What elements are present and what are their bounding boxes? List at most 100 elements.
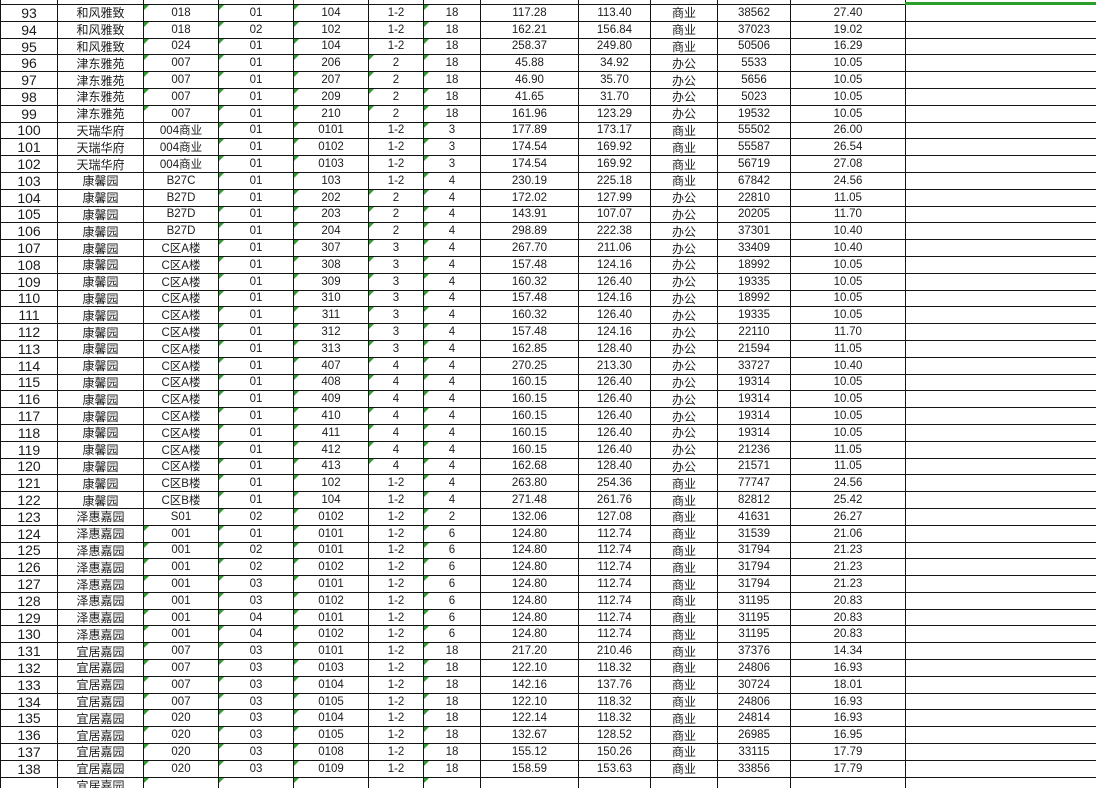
cell-unit_price[interactable]: 27.08 [791,156,906,173]
cell-name[interactable]: 康馨园 [58,442,144,459]
cell-floor[interactable]: 4 [369,358,424,375]
cell-name[interactable]: 天瑞华府 [58,139,144,156]
cell-unit[interactable]: 03 [219,744,294,761]
cell-floor[interactable]: 2 [369,190,424,207]
cell-name[interactable]: 宜居嘉园 [58,778,144,788]
cell-room[interactable]: 0103 [294,156,369,173]
cell-name[interactable]: 康馨园 [58,459,144,476]
cell-seq[interactable]: 93 [1,5,58,22]
cell-floor[interactable]: 1-2 [369,559,424,576]
cell-use[interactable]: 商业 [651,543,718,560]
cell-area_inner[interactable]: 34.92 [579,55,651,72]
cell-floor[interactable] [369,778,424,788]
cell-unit_price[interactable]: 20.83 [791,626,906,643]
cell-blank[interactable] [906,139,1096,156]
cell-room[interactable]: 104 [294,39,369,56]
cell-name[interactable]: 康馨园 [58,207,144,224]
cell-name[interactable]: 康馨园 [58,375,144,392]
cell-unit[interactable]: 02 [219,22,294,39]
cell-code[interactable]: 020 [144,744,219,761]
cell-blank[interactable] [906,442,1096,459]
cell-amount[interactable]: 55587 [718,139,791,156]
cell-use[interactable]: 办公 [651,223,718,240]
cell-name[interactable]: 康馨园 [58,425,144,442]
cell-use[interactable]: 商业 [651,526,718,543]
cell-use[interactable]: 商业 [651,694,718,711]
cell-area_total[interactable]: 160.15 [481,391,579,408]
cell-blank[interactable] [906,475,1096,492]
cell-blank[interactable] [906,223,1096,240]
cell-seq[interactable]: 109 [1,274,58,291]
cell-unit[interactable]: 01 [219,375,294,392]
cell-floors[interactable]: 4 [424,425,481,442]
cell-area_inner[interactable]: 137.76 [579,677,651,694]
cell-use[interactable]: 商业 [651,123,718,140]
cell-unit_price[interactable]: 21.06 [791,526,906,543]
cell-name[interactable]: 和风雅致 [58,39,144,56]
cell-unit_price[interactable]: 11.05 [791,190,906,207]
cell-code[interactable]: 018 [144,22,219,39]
cell-area_inner[interactable]: 225.18 [579,173,651,190]
cell-amount[interactable]: 18992 [718,257,791,274]
cell-unit_price[interactable]: 16.95 [791,727,906,744]
cell-floors[interactable]: 4 [424,190,481,207]
cell-blank[interactable] [906,778,1096,788]
cell-name[interactable]: 泽惠嘉园 [58,576,144,593]
cell-seq[interactable]: 131 [1,643,58,660]
cell-amount[interactable]: 33115 [718,744,791,761]
cell-floors[interactable]: 4 [424,223,481,240]
cell-area_inner[interactable]: 124.16 [579,291,651,308]
cell-room[interactable]: 207 [294,72,369,89]
cell-code[interactable]: 001 [144,626,219,643]
cell-floor[interactable]: 1-2 [369,22,424,39]
cell-blank[interactable] [906,492,1096,509]
cell-area_total[interactable]: 132.06 [481,509,579,526]
cell-floor[interactable]: 1-2 [369,576,424,593]
cell-area_total[interactable]: 162.85 [481,341,579,358]
cell-unit_price[interactable]: 24.56 [791,173,906,190]
cell-amount[interactable]: 37301 [718,223,791,240]
cell-area_inner[interactable]: 118.32 [579,694,651,711]
cell-seq[interactable]: 94 [1,22,58,39]
cell-name[interactable]: 泽惠嘉园 [58,543,144,560]
cell-name[interactable]: 泽惠嘉园 [58,509,144,526]
cell-amount[interactable]: 19335 [718,307,791,324]
cell-unit_price[interactable] [791,778,906,788]
cell-amount[interactable]: 5533 [718,55,791,72]
cell-unit[interactable]: 01 [219,123,294,140]
cell-area_inner[interactable]: 107.07 [579,207,651,224]
cell-seq[interactable]: 119 [1,442,58,459]
cell-area_total[interactable]: 158.59 [481,761,579,778]
cell-floor[interactable]: 2 [369,106,424,123]
cell-amount[interactable]: 33727 [718,358,791,375]
cell-code[interactable]: C区B楼 [144,475,219,492]
cell-room[interactable]: 204 [294,223,369,240]
cell-code[interactable]: C区A楼 [144,240,219,257]
cell-seq[interactable]: 123 [1,509,58,526]
cell-floors[interactable]: 4 [424,207,481,224]
cell-use[interactable]: 办公 [651,307,718,324]
cell-code[interactable]: 007 [144,72,219,89]
cell-name[interactable]: 康馨园 [58,475,144,492]
cell-seq[interactable] [1,778,58,788]
cell-amount[interactable]: 50506 [718,39,791,56]
cell-blank[interactable] [906,694,1096,711]
cell-area_inner[interactable]: 112.74 [579,626,651,643]
cell-amount[interactable]: 5656 [718,72,791,89]
cell-unit[interactable]: 03 [219,727,294,744]
cell-name[interactable]: 宜居嘉园 [58,744,144,761]
cell-floor[interactable]: 1-2 [369,39,424,56]
cell-code[interactable]: C区A楼 [144,307,219,324]
cell-blank[interactable] [906,593,1096,610]
cell-code[interactable]: 004商业 [144,139,219,156]
cell-area_total[interactable]: 217.20 [481,643,579,660]
cell-use[interactable]: 商业 [651,610,718,627]
cell-use[interactable]: 办公 [651,72,718,89]
cell-floor[interactable]: 4 [369,442,424,459]
cell-name[interactable]: 康馨园 [58,291,144,308]
cell-seq[interactable]: 135 [1,710,58,727]
cell-unit[interactable]: 01 [219,207,294,224]
cell-use[interactable]: 办公 [651,459,718,476]
cell-unit_price[interactable]: 17.79 [791,761,906,778]
cell-blank[interactable] [906,106,1096,123]
